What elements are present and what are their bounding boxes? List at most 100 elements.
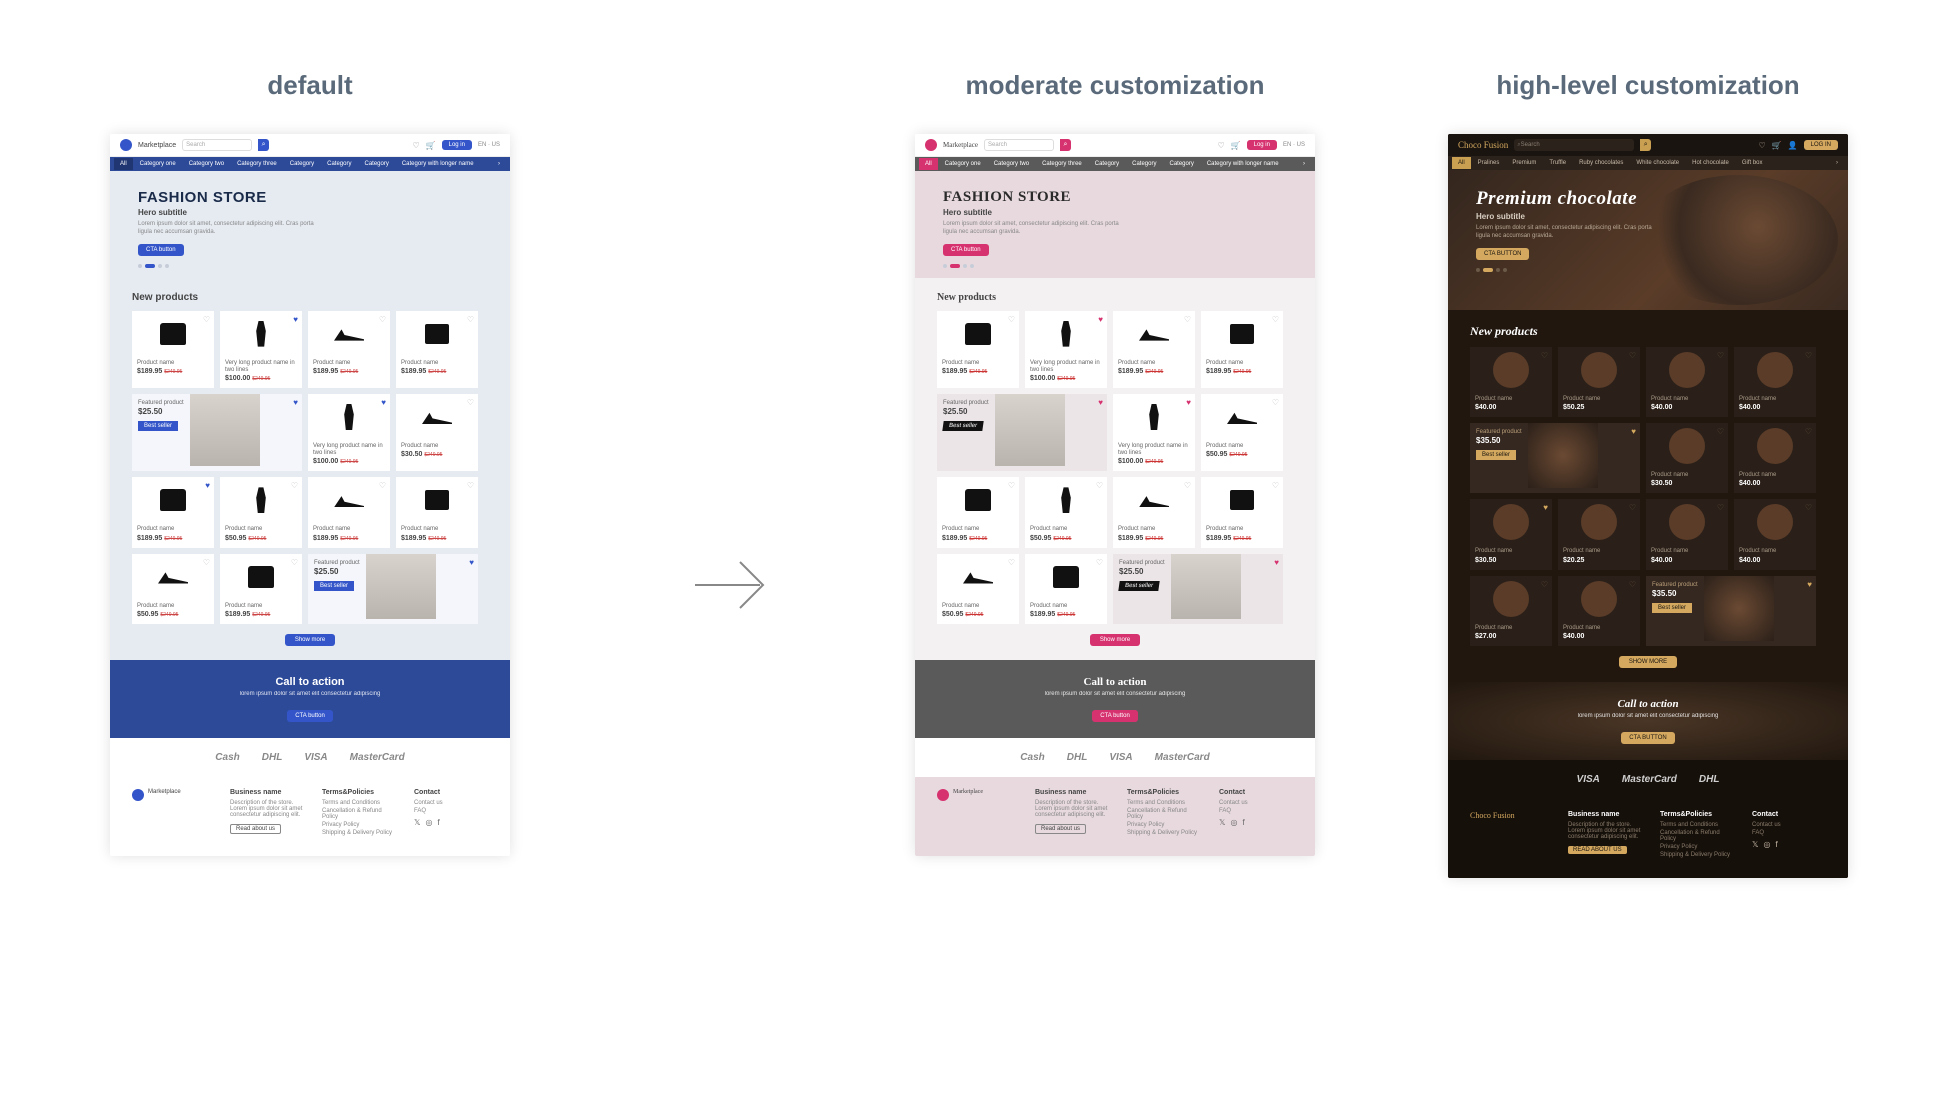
carousel-dots[interactable] [943,264,1287,268]
heart-icon[interactable]: ♡ [467,398,474,407]
lang-selector[interactable]: EN · US [1283,142,1305,148]
footer-link[interactable]: Shipping & Delivery Policy [1660,852,1734,858]
heart-icon[interactable]: ♥ [469,558,474,567]
heart-icon[interactable]: ♡ [379,481,386,490]
product-card[interactable]: ♡Product name$189.95 $249.95 [1201,477,1283,547]
footer-link[interactable]: Cancellation & Refund Policy [1660,830,1734,842]
lang-selector[interactable]: EN · US [478,142,500,148]
featured-product-card[interactable]: ♥ Featured product$25.50Best seller [937,394,1107,471]
heart-icon[interactable]: ♥ [1807,580,1812,589]
heart-icon[interactable]: ♡ [1184,481,1191,490]
product-card[interactable]: ♡Product name$40.00 [1470,347,1552,417]
footer-link[interactable]: Shipping & Delivery Policy [1127,830,1201,836]
product-card[interactable]: ♡Product name$50.95 $249.95 [1025,477,1107,547]
about-button[interactable]: Read about us [230,824,281,834]
nav-all[interactable]: All [919,158,938,170]
product-card[interactable]: ♡Product name$189.95 $249.95 [1113,311,1195,388]
twitter-icon[interactable]: 𝕏 [1752,840,1758,849]
heart-icon[interactable]: ♡ [1272,315,1279,324]
heart-icon[interactable]: ♡ [1184,315,1191,324]
instagram-icon[interactable]: ◎ [425,818,432,827]
featured-product-card[interactable]: ♥ Featured product$25.50Best seller [132,394,302,471]
search-input[interactable]: Search [984,139,1054,151]
heart-icon[interactable]: ♥ [1098,398,1103,407]
product-card[interactable]: ♡Product name$27.00 [1470,576,1552,646]
nav-all[interactable]: All [1452,157,1471,169]
show-more-button[interactable]: Show more [285,634,335,646]
nav-item[interactable]: Category two [988,158,1035,170]
nav-item[interactable]: White chocolate [1630,157,1685,169]
search-input[interactable]: Search [182,139,252,151]
wishlist-icon[interactable]: ♡ [1217,141,1224,150]
carousel-dots[interactable] [138,264,482,268]
product-card[interactable]: ♡Product name$189.95 $249.95 [308,311,390,388]
about-button[interactable]: Read about us [1035,824,1086,834]
nav-item[interactable]: Premium [1506,157,1542,169]
search-button[interactable]: ⌕ [258,139,269,151]
twitter-icon[interactable]: 𝕏 [1219,818,1225,827]
search-button[interactable]: ⌕ [1060,139,1071,151]
user-icon[interactable]: 👤 [1788,141,1798,150]
login-button[interactable]: LOG IN [1804,140,1838,150]
footer-link[interactable]: FAQ [1219,808,1293,814]
nav-item[interactable]: Category with longer name [1201,158,1285,170]
heart-icon[interactable]: ♡ [1717,503,1724,512]
twitter-icon[interactable]: 𝕏 [414,818,420,827]
product-card[interactable]: ♡Product name$189.95 $249.95 [1025,554,1107,624]
heart-icon[interactable]: ♡ [1008,558,1015,567]
heart-icon[interactable]: ♥ [1631,427,1636,436]
product-card[interactable]: ♥Very long product name in two lines$100… [308,394,390,471]
footer-link[interactable]: Terms and Conditions [322,800,396,806]
nav-item[interactable]: Category two [183,158,230,170]
login-button[interactable]: Log in [1247,140,1277,150]
product-card[interactable]: ♡Product name$189.95 $249.95 [1201,311,1283,388]
hero-cta-button[interactable]: CTA button [138,244,184,256]
cta-button[interactable]: CTA BUTTON [1621,732,1674,744]
footer-link[interactable]: Terms and Conditions [1127,800,1201,806]
heart-icon[interactable]: ♡ [1541,580,1548,589]
heart-icon[interactable]: ♡ [467,481,474,490]
heart-icon[interactable]: ♡ [1096,481,1103,490]
footer-link[interactable]: Privacy Policy [322,822,396,828]
featured-product-card[interactable]: ♥ Featured product$35.50Best seller [1470,423,1640,493]
nav-item[interactable]: Category [1089,158,1125,170]
product-card[interactable]: ♡Product name$40.00 [1558,576,1640,646]
footer-link[interactable]: Contact us [1219,800,1293,806]
product-card[interactable]: ♡Product name$189.95 $249.95 [308,477,390,547]
footer-link[interactable]: FAQ [1752,830,1826,836]
instagram-icon[interactable]: ◎ [1763,840,1770,849]
search-input[interactable]: ⌕ Search [1514,139,1634,151]
product-card[interactable]: ♥Very long product name in two lines$100… [220,311,302,388]
heart-icon[interactable]: ♡ [1629,503,1636,512]
nav-item[interactable]: Ruby chocolates [1573,157,1629,169]
hero-cta-button[interactable]: CTA BUTTON [1476,248,1529,260]
heart-icon[interactable]: ♥ [381,398,386,407]
footer-link[interactable]: Cancellation & Refund Policy [1127,808,1201,820]
footer-link[interactable]: Privacy Policy [1660,844,1734,850]
wishlist-icon[interactable]: ♡ [1759,141,1766,150]
product-card[interactable]: ♡Product name$50.95 $249.95 [132,554,214,624]
featured-product-card[interactable]: ♥ Featured product$25.50Best seller [308,554,478,624]
heart-icon[interactable]: ♡ [1717,351,1724,360]
product-card[interactable]: ♥Very long product name in two lines$100… [1025,311,1107,388]
heart-icon[interactable]: ♡ [1629,351,1636,360]
footer-link[interactable]: Cancellation & Refund Policy [322,808,396,820]
cart-icon[interactable]: 🛒 [1231,141,1241,150]
nav-item[interactable]: Category with longer name [396,158,480,170]
nav-item[interactable]: Category three [1036,158,1088,170]
footer-link[interactable]: FAQ [414,808,488,814]
nav-item[interactable]: Category three [231,158,283,170]
nav-item[interactable]: Category [358,158,394,170]
heart-icon[interactable]: ♥ [293,398,298,407]
heart-icon[interactable]: ♡ [1008,315,1015,324]
chevron-right-icon[interactable]: › [1297,161,1311,167]
product-card[interactable]: ♡Product name$20.25 [1558,499,1640,569]
heart-icon[interactable]: ♡ [1629,580,1636,589]
product-card[interactable]: ♡Product name$189.95 $249.95 [937,311,1019,388]
nav-item[interactable]: Category [1163,158,1199,170]
heart-icon[interactable]: ♡ [1272,398,1279,407]
heart-icon[interactable]: ♥ [1274,558,1279,567]
product-card[interactable]: ♥Very long product name in two lines$100… [1113,394,1195,471]
footer-link[interactable]: Shipping & Delivery Policy [322,830,396,836]
product-card[interactable]: ♡Product name$50.25 [1558,347,1640,417]
